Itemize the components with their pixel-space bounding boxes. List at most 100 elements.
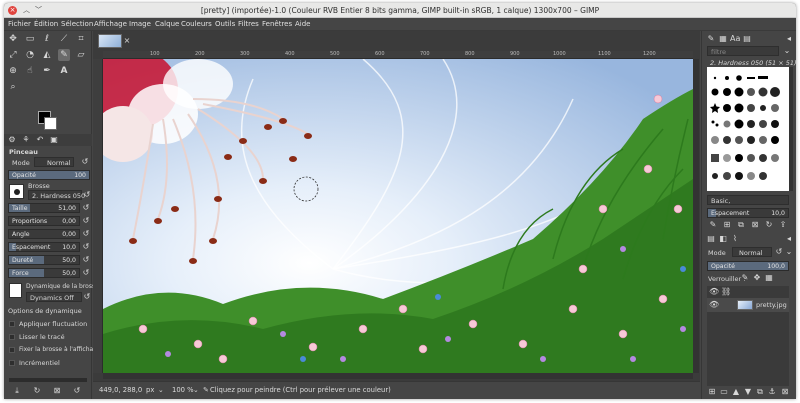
layer-name[interactable]: pretty.jpg — [756, 301, 787, 309]
move-tool-icon[interactable]: ✥ — [7, 33, 19, 45]
layer-mode-select[interactable]: Normal — [732, 247, 772, 257]
brush-swatch[interactable] — [710, 73, 720, 83]
brush-spacing-slider[interactable]: Espacement 10,0 — [707, 208, 789, 218]
hardness-reset-icon[interactable]: ↺ — [81, 255, 91, 265]
brush-swatch[interactable] — [722, 87, 732, 97]
menu-calque[interactable]: Calque — [155, 20, 179, 28]
brush-swatch[interactable] — [758, 103, 768, 113]
dynamics-icon[interactable] — [9, 283, 22, 298]
aspect-slider[interactable]: Proportions 0,00 — [8, 216, 80, 226]
paths-tool-icon[interactable]: ✒ — [41, 65, 53, 77]
restore-options-icon[interactable]: ↻ — [32, 386, 42, 396]
layer-row[interactable]: 👁 pretty.jpg — [707, 298, 789, 312]
text-tool-icon[interactable]: A — [58, 65, 70, 77]
brush-swatch[interactable] — [770, 135, 780, 145]
clone-tool-icon[interactable]: ⊕ — [7, 65, 19, 77]
brush-filter-input[interactable]: filtre — [707, 46, 779, 56]
menu-fichier[interactable]: Fichier — [8, 20, 31, 28]
size-reset-icon[interactable]: ↺ — [81, 203, 91, 213]
save-options-icon[interactable]: ⤓ — [12, 386, 22, 396]
unit-chevron-icon[interactable]: ⌄ — [158, 386, 164, 394]
image-tab-thumbnail[interactable] — [98, 34, 122, 48]
device-status-tab-icon[interactable]: ⚘ — [21, 135, 31, 145]
image-tab-close-icon[interactable]: × — [122, 36, 132, 46]
paintbrush-tool-icon[interactable]: ✎ — [58, 49, 70, 61]
menu-fenetres[interactable]: Fenêtres — [262, 20, 292, 28]
layer-mode-chevron-icon[interactable]: ⌄ — [784, 247, 794, 257]
tool-options-scrollbar[interactable] — [9, 378, 87, 382]
layer-mode-reset-icon[interactable]: ↺ — [774, 247, 784, 257]
paths-tab-icon[interactable]: ⌇ — [730, 234, 740, 244]
reset-mode-icon[interactable]: ↺ — [80, 157, 90, 167]
brush-swatch[interactable] — [746, 171, 756, 181]
menu-couleurs[interactable]: Couleurs — [181, 20, 212, 28]
opacity-slider[interactable]: Opacité 100 — [8, 170, 90, 180]
delete-options-icon[interactable]: ⊠ — [52, 386, 62, 396]
lower-layer-icon[interactable]: ▼ — [743, 387, 753, 397]
unit-select[interactable]: px — [146, 386, 154, 394]
brush-swatch[interactable] — [746, 135, 756, 145]
dynamics-reset-icon[interactable]: ↺ — [82, 292, 92, 302]
brush-swatch[interactable] — [734, 103, 744, 113]
brush-grid[interactable] — [707, 67, 789, 191]
brush-select[interactable]: 2. Hardness 050 — [28, 190, 85, 200]
brush-swatch[interactable] — [758, 153, 768, 163]
angle-reset-icon[interactable]: ↺ — [81, 229, 91, 239]
menu-filtres[interactable]: Filtres — [238, 20, 259, 28]
brush-grid-scrollbar[interactable] — [789, 67, 793, 191]
eraser-tool-icon[interactable]: ▱ — [75, 49, 87, 61]
crop-tool-icon[interactable]: ⌗ — [75, 33, 87, 45]
delete-layer-icon[interactable]: ⊠ — [780, 387, 790, 397]
zoom-chevron-icon[interactable]: ⌄ — [193, 386, 199, 394]
bucket-fill-tool-icon[interactable]: ◭ — [41, 49, 53, 61]
brush-swatch[interactable] — [746, 73, 756, 83]
dynamics-select[interactable]: Dynamics Off — [26, 292, 82, 302]
brush-swatch[interactable] — [758, 119, 768, 129]
brush-swatch[interactable] — [734, 87, 744, 97]
brush-swatch[interactable] — [746, 103, 756, 113]
layers-menu-icon[interactable]: ◂ — [784, 234, 794, 244]
brush-swatch[interactable] — [758, 171, 768, 181]
patterns-tab-icon[interactable]: ▦ — [718, 34, 728, 44]
lock-alpha-icon[interactable]: ▦ — [764, 273, 774, 283]
smudge-tool-icon[interactable]: ☝ — [24, 65, 36, 77]
canvas-vertical-scrollbar[interactable] — [693, 59, 699, 373]
brush-swatch[interactable] — [746, 119, 756, 129]
brush-swatch[interactable] — [722, 135, 732, 145]
warp-tool-icon[interactable]: ◔ — [24, 49, 36, 61]
images-tab-icon[interactable]: ▣ — [49, 135, 59, 145]
zoom-tool-icon[interactable]: ⌕ — [7, 81, 19, 93]
brush-swatch[interactable] — [734, 73, 744, 83]
brush-preset-select[interactable]: Basic, — [707, 195, 789, 205]
fonts-tab-icon[interactable]: Aa — [730, 34, 740, 44]
lock-brush-checkbox[interactable] — [9, 347, 15, 353]
layers-tab-icon[interactable]: ▤ — [706, 234, 716, 244]
brush-refresh-icon[interactable]: ↻ — [764, 220, 774, 230]
raise-layer-icon[interactable]: ▲ — [731, 387, 741, 397]
brush-preview[interactable] — [9, 184, 24, 199]
new-group-icon[interactable]: ▭ — [719, 387, 729, 397]
brush-swatch[interactable] — [722, 171, 732, 181]
brush-swatch[interactable] — [722, 153, 732, 163]
brush-edit-icon[interactable]: ✎ — [708, 220, 718, 230]
spacing-slider[interactable]: Espacement 10,0 — [8, 242, 80, 252]
menu-selection[interactable]: Sélection — [61, 20, 93, 28]
brush-swatch[interactable] — [770, 103, 780, 113]
brush-swatch[interactable] — [734, 153, 744, 163]
brush-swatch[interactable] — [710, 171, 720, 181]
rect-select-tool-icon[interactable]: ▭ — [24, 33, 36, 45]
brush-swatch[interactable] — [710, 135, 720, 145]
duplicate-layer-icon[interactable]: ⧉ — [755, 387, 765, 397]
brush-swatch[interactable] — [746, 87, 756, 97]
brush-delete-icon[interactable]: ⊠ — [750, 220, 760, 230]
canvas-horizontal-scrollbar[interactable] — [103, 373, 693, 379]
mode-select[interactable]: Normal — [34, 157, 74, 167]
background-color-swatch[interactable] — [44, 117, 57, 130]
size-slider[interactable]: Taille 51,00 — [8, 203, 80, 213]
brush-new-icon[interactable]: ⊞ — [722, 220, 732, 230]
incremental-checkbox[interactable] — [9, 360, 15, 366]
channels-tab-icon[interactable]: ◧ — [718, 234, 728, 244]
zoom-select[interactable]: 100 % — [172, 386, 194, 394]
brush-swatch[interactable] — [758, 73, 768, 83]
brush-swatch[interactable] — [710, 153, 720, 163]
